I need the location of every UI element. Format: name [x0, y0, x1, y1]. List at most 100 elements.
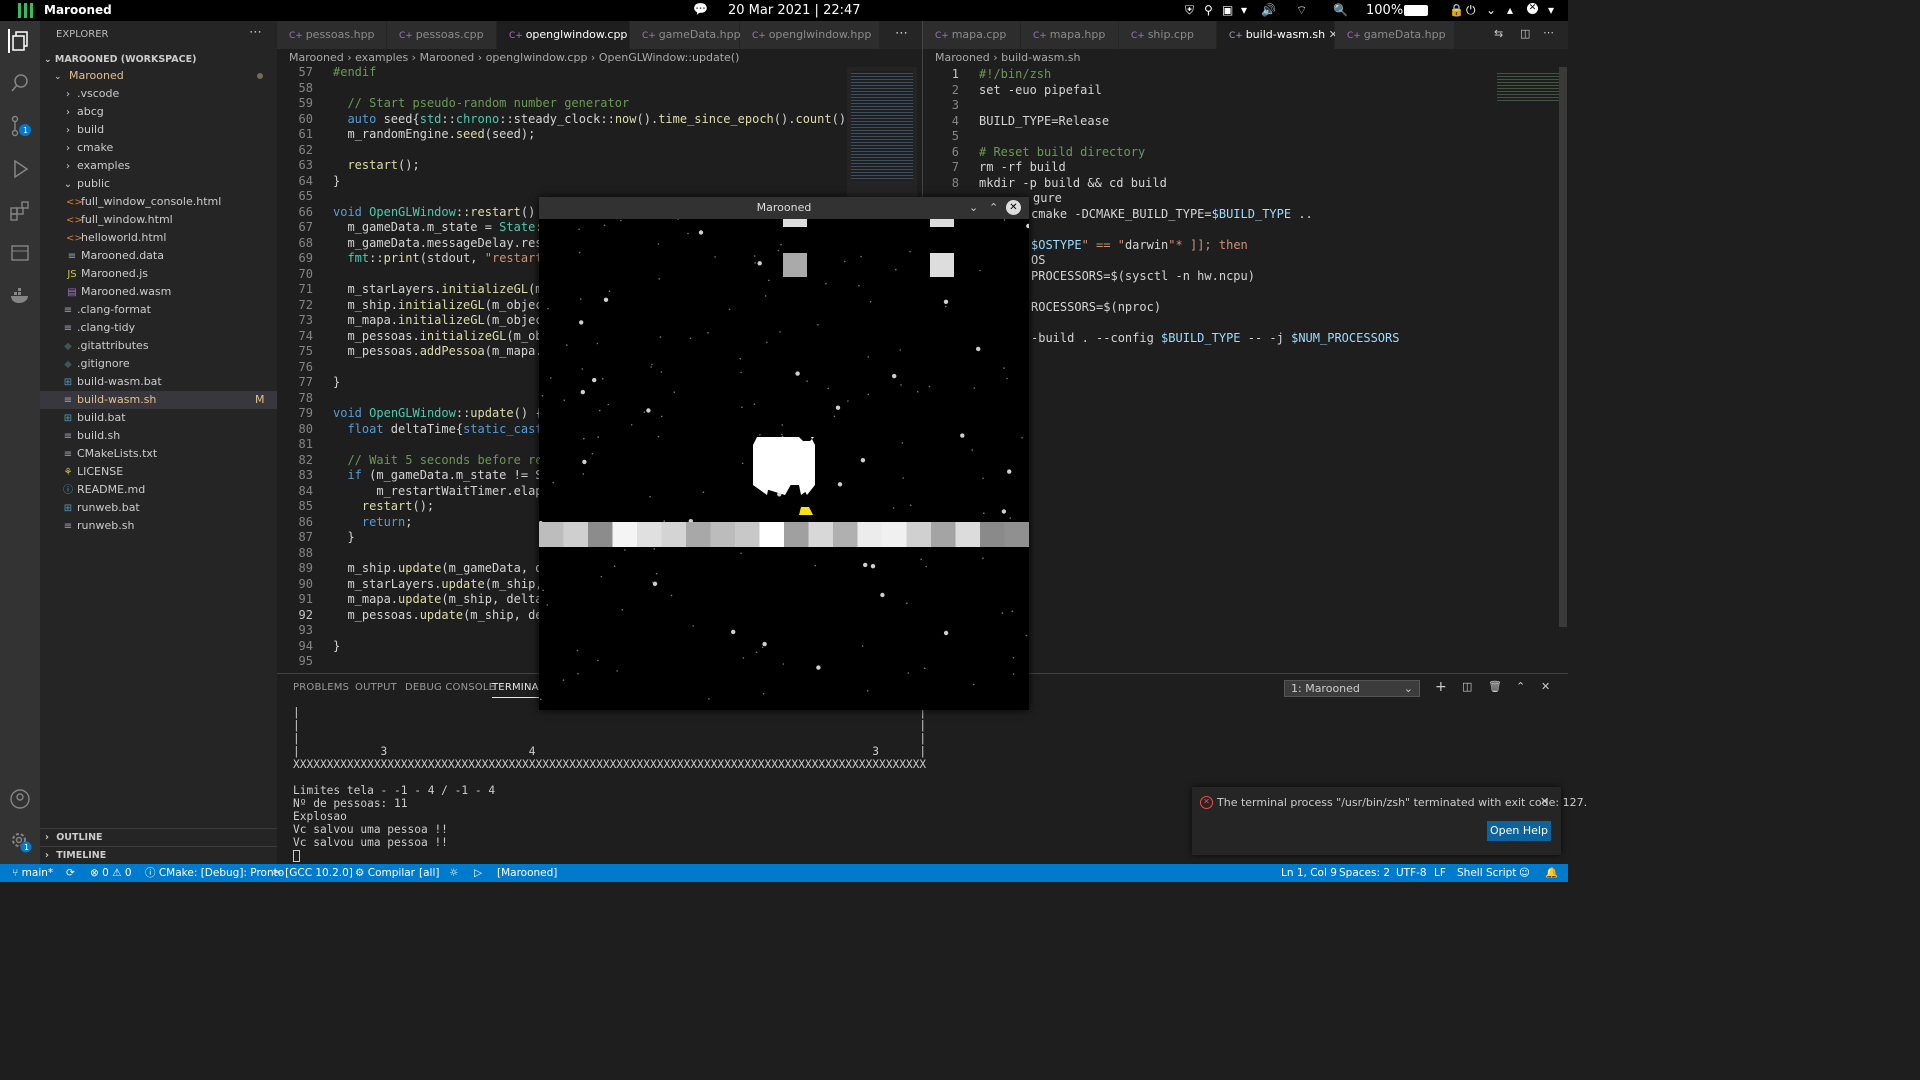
open-help-button[interactable]: Open Help: [1487, 821, 1551, 841]
editor-tab[interactable]: C+ openglwindow.cpp ✕: [497, 21, 640, 49]
docker-icon[interactable]: [8, 283, 32, 307]
build-button[interactable]: ⚙ Compilar: [355, 864, 415, 882]
editor-tab[interactable]: C+ mapa.hpp: [1021, 21, 1119, 49]
launch-target[interactable]: [Marooned]: [497, 864, 557, 882]
split-editor-icon[interactable]: ◫: [1520, 27, 1530, 40]
search-icon[interactable]: [8, 71, 32, 95]
breadcrumb-item[interactable]: examples: [355, 51, 408, 64]
language-mode[interactable]: Shell Script: [1457, 864, 1516, 882]
run-debug-icon[interactable]: [8, 157, 32, 181]
tree-item[interactable]: ≡ .clang-format: [40, 301, 277, 319]
split-terminal-icon[interactable]: ◫: [1462, 680, 1472, 693]
panel-tab[interactable]: TERMINAL: [492, 682, 545, 698]
close-icon[interactable]: ✕: [1527, 3, 1538, 14]
breadcrumb-item[interactable]: Marooned: [420, 51, 475, 64]
build-target[interactable]: [all]: [419, 864, 439, 882]
minimize-icon[interactable]: ⌄: [969, 197, 978, 219]
maximize-panel-icon[interactable]: ⌃: [1516, 680, 1525, 693]
extensions-icon[interactable]: [8, 199, 32, 223]
compiler-kit[interactable]: ✂ [GCC 10.2.0]: [273, 864, 353, 882]
shield-icon[interactable]: ⛨: [1185, 3, 1194, 18]
maximize-icon[interactable]: ⌃: [989, 197, 998, 219]
chat-icon[interactable]: 💬: [693, 2, 708, 16]
breadcrumb-item[interactable]: Marooned: [289, 51, 344, 64]
minimap[interactable]: [847, 67, 917, 197]
maximize-icon[interactable]: ▴: [1507, 3, 1513, 17]
chevron-down-icon[interactable]: ⌄: [1486, 3, 1496, 17]
minimap[interactable]: [1493, 67, 1563, 107]
tree-item[interactable]: › .vscode: [40, 85, 277, 103]
terminal-selector[interactable]: 1: Marooned ⌄: [1284, 680, 1420, 697]
scrollbar[interactable]: [1559, 67, 1567, 627]
run-icon[interactable]: ▷: [474, 864, 482, 882]
compare-icon[interactable]: ⇆: [1494, 27, 1503, 40]
editor-tab[interactable]: C+ build-wasm.sh ✕: [1217, 21, 1338, 49]
manage-gear-icon[interactable]: 1: [8, 829, 32, 853]
breadcrumb-item[interactable]: build-wasm.sh: [1001, 51, 1080, 64]
editor-tab[interactable]: C+ ship.cpp: [1119, 21, 1217, 49]
tree-item[interactable]: <>full_window_console.html: [40, 193, 277, 211]
dropdown-icon[interactable]: ▾: [1241, 3, 1247, 17]
remote-explorer-icon[interactable]: [8, 241, 32, 265]
tree-item[interactable]: ≡ .clang-tidy: [40, 319, 277, 337]
more-actions-icon[interactable]: ⋯: [249, 25, 262, 40]
root-folder[interactable]: ⌄ Marooned: [40, 67, 277, 85]
tree-item[interactable]: › cmake: [40, 139, 277, 157]
tree-item[interactable]: › build: [40, 121, 277, 139]
editor-tab[interactable]: C+ openglwindow.hpp: [740, 21, 880, 49]
cursor-position[interactable]: Ln 1, Col 9: [1281, 864, 1337, 882]
tree-item[interactable]: ≡ build-wasm.sh M: [40, 391, 277, 409]
add-terminal-icon[interactable]: +: [1435, 679, 1447, 695]
branch-indicator[interactable]: ⑂ main*: [12, 864, 53, 882]
problems-indicator[interactable]: ⊗ 0 ⚠ 0: [90, 864, 132, 882]
close-panel-icon[interactable]: ✕: [1541, 680, 1550, 693]
tree-item[interactable]: ⌄ public: [40, 175, 277, 193]
breadcrumb-item[interactable]: OpenGLWindow::update(): [599, 51, 740, 64]
close-icon[interactable]: ✕: [1006, 200, 1021, 215]
tree-item[interactable]: ◆ .gitignore: [40, 355, 277, 373]
timeline-section[interactable]: › TIMELINE: [40, 846, 277, 864]
app-logo-icon[interactable]: [18, 3, 33, 18]
more-icon[interactable]: ▾: [1548, 3, 1554, 17]
feedback-icon[interactable]: ☺: [1519, 864, 1530, 882]
tree-item[interactable]: ⊞ runweb.bat: [40, 499, 277, 517]
editor-tab[interactable]: C+ gameData.hpp: [630, 21, 741, 49]
source-control-icon[interactable]: 1: [8, 114, 32, 138]
tree-item[interactable]: ≡ Marooned.data: [40, 247, 277, 265]
line-ending[interactable]: LF: [1434, 864, 1446, 882]
tree-item[interactable]: ≡ build.sh: [40, 427, 277, 445]
panel-tab[interactable]: PROBLEMS: [293, 682, 349, 693]
tree-item[interactable]: ⊞ build.bat: [40, 409, 277, 427]
tree-item[interactable]: ⊞ build-wasm.bat: [40, 373, 277, 391]
game-window[interactable]: Marooned ⌄ ⌃ ✕: [539, 197, 1029, 710]
battery-level[interactable]: 100%: [1366, 3, 1403, 18]
accounts-icon[interactable]: [8, 787, 32, 811]
location-icon[interactable]: ⚲: [1204, 3, 1213, 17]
date-time[interactable]: 20 Mar 2021 | 22:47: [728, 3, 861, 18]
indentation[interactable]: Spaces: 2: [1339, 864, 1390, 882]
tree-item[interactable]: <>full_window.html: [40, 211, 277, 229]
close-icon[interactable]: ✕: [1540, 795, 1549, 808]
explorer-icon[interactable]: [8, 29, 32, 53]
tree-item[interactable]: ≡ CMakeLists.txt: [40, 445, 277, 463]
sync-icon[interactable]: ⟳: [66, 864, 75, 882]
trash-icon[interactable]: 🗑: [1488, 680, 1502, 693]
tree-item[interactable]: › abcg: [40, 103, 277, 121]
panel-tab[interactable]: DEBUG CONSOLE: [405, 682, 495, 693]
more-tabs-icon[interactable]: ⋯: [895, 26, 908, 41]
editor-tab[interactable]: C+ mapa.cpp: [923, 21, 1021, 49]
encoding[interactable]: UTF-8: [1396, 864, 1427, 882]
panel-tab[interactable]: OUTPUT: [355, 682, 397, 693]
editor-tab[interactable]: C+ gameData.hpp: [1335, 21, 1455, 49]
tree-item[interactable]: ◆ .gitattributes: [40, 337, 277, 355]
more-actions-icon[interactable]: ⋯: [1543, 26, 1554, 39]
window-titlebar[interactable]: Marooned ⌄ ⌃ ✕: [539, 197, 1029, 219]
editor-tab[interactable]: C+ pessoas.cpp: [387, 21, 497, 49]
tree-item[interactable]: ⓘ README.md: [40, 481, 277, 499]
cmake-status[interactable]: ⓘ CMake: [Debug]: Pronto: [145, 864, 284, 882]
tree-item[interactable]: ≡ runweb.sh: [40, 517, 277, 535]
notification-icon[interactable]: ▣: [1222, 3, 1233, 17]
breadcrumb-item[interactable]: Marooned: [935, 51, 990, 64]
tree-item[interactable]: ⚘ LICENSE: [40, 463, 277, 481]
power-icon[interactable]: ⏻: [1466, 3, 1476, 18]
